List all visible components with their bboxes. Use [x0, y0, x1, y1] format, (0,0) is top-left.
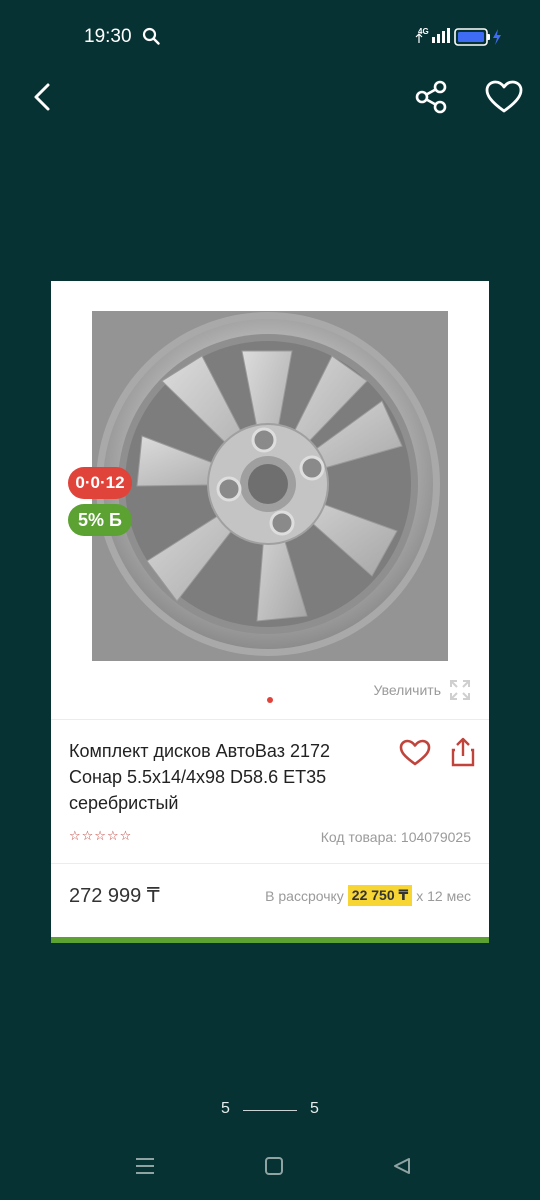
zoom-button[interactable]: Увеличить: [373, 679, 471, 701]
product-title: Комплект дисков АвтоВаз 2172 Сонар 5.5x1…: [69, 741, 330, 813]
expand-icon: [450, 680, 470, 700]
heart-icon[interactable]: [484, 78, 524, 116]
pager-current: 5: [221, 1100, 230, 1117]
home-icon[interactable]: [264, 1156, 284, 1176]
rating-stars[interactable]: ☆☆☆☆☆: [69, 828, 132, 844]
installment-badge: 0·0·12: [68, 467, 132, 499]
installment-info[interactable]: В рассрочку 22 750 ₸ x 12 мес: [265, 885, 471, 906]
status-time: 19:30: [84, 26, 132, 47]
product-code: Код товара: 104079025: [321, 829, 471, 845]
pager-separator: [243, 1110, 297, 1111]
image-pager: 5 5: [0, 1100, 540, 1122]
divider: [51, 863, 489, 864]
menu-icon[interactable]: [134, 1156, 156, 1176]
product-photo-wheel[interactable]: [92, 311, 448, 661]
system-navbar: [0, 1144, 540, 1190]
product-card: 0·0·12 5% Б Увеличить Комплект дисков Ав…: [51, 281, 489, 943]
product-gallery[interactable]: 0·0·12 5% Б Увеличить: [51, 281, 489, 719]
back-arrow-icon[interactable]: [26, 78, 60, 116]
installment-monthly-amount: 22 750 ₸: [347, 885, 413, 906]
bonus-badge: 5% Б: [68, 504, 132, 536]
search-icon: [142, 27, 160, 45]
zoom-label: Увеличить: [373, 682, 441, 698]
card-accent-bar: [51, 937, 489, 943]
battery-icon: [454, 28, 501, 46]
share-icon[interactable]: [412, 78, 450, 116]
installment-suffix: x 12 мес: [416, 887, 471, 904]
pager-total: 5: [310, 1100, 319, 1117]
divider: [51, 719, 489, 720]
share-upload-icon[interactable]: [451, 737, 475, 767]
toolbar: [0, 72, 540, 122]
price: 272 999 ₸: [69, 885, 160, 907]
installment-prefix: В рассрочку: [265, 887, 344, 904]
product-code-label: Код товара: 104079025: [320, 829, 471, 845]
carousel-indicator: [267, 697, 273, 703]
status-bar: 19:30 4G: [0, 0, 540, 72]
back-icon[interactable]: [392, 1156, 412, 1176]
signal-icon: 4G: [415, 27, 450, 43]
favorite-heart-icon[interactable]: [399, 739, 431, 767]
charging-icon: [493, 29, 501, 45]
